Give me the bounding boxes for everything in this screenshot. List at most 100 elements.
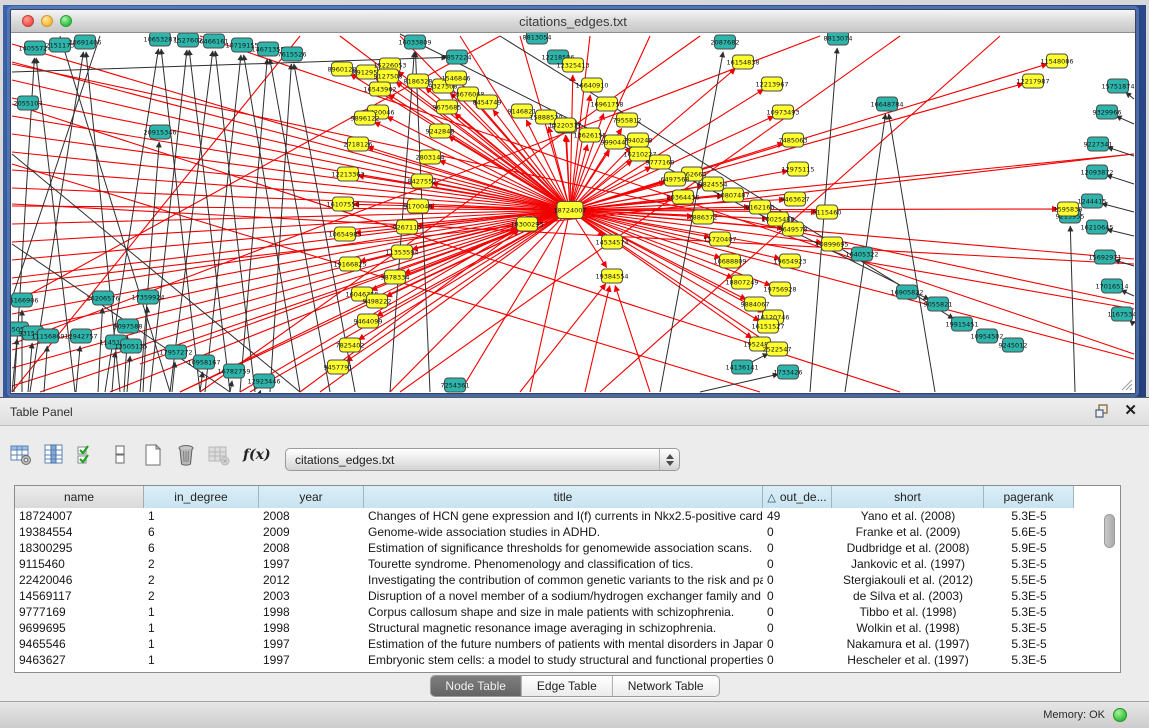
graph-node[interactable]: 1595838 [1054,202,1083,216]
graph-node[interactable]: 12975115 [781,162,814,176]
graph-node[interactable]: 7485063 [779,133,808,147]
cell-short[interactable]: Yano et al. (2008) [832,508,984,524]
cell-name[interactable]: 9699695 [15,620,144,636]
cell-pagerank[interactable]: 5.3E-5 [984,620,1074,636]
cell-in_degree[interactable]: 6 [144,540,259,556]
graph-node[interactable]: 7254361 [441,378,470,392]
column-header-in_degree[interactable]: in_degree [144,486,259,508]
column-header-name[interactable]: name [15,486,144,508]
cell-year[interactable]: 1998 [259,620,364,636]
resize-grip-icon[interactable] [1121,379,1133,391]
table-row[interactable]: 946362711997Embryonic stem cells: a mode… [15,652,1120,668]
graph-node[interactable]: 8454749 [473,95,502,109]
tab-network-table[interactable]: Network Table [613,676,719,696]
graph-node[interactable]: 9457791 [324,360,353,374]
cell-in_degree[interactable]: 2 [144,572,259,588]
graph-node[interactable]: 6497568 [661,172,690,186]
cell-year[interactable]: 2003 [259,588,364,604]
cell-short[interactable]: Tibbo et al. (1998) [832,604,984,620]
cell-year[interactable]: 2012 [259,572,364,588]
graph-node[interactable]: 9170046 [404,199,433,213]
graph-node[interactable]: 9777169 [646,155,675,169]
graph-node[interactable]: 7615526 [278,47,307,61]
graph-node[interactable]: 10653287 [143,33,176,46]
graph-node[interactable]: 12923446 [247,374,280,388]
graph-node[interactable]: 9055821 [924,297,953,311]
cell-pagerank[interactable]: 5.3E-5 [984,652,1074,668]
graph-node[interactable]: 9675685 [433,100,462,114]
new-table-icon[interactable] [140,442,166,468]
cell-name[interactable]: 9463627 [15,652,144,668]
show-column-icon[interactable] [41,442,67,468]
graph-node[interactable]: 9245012 [999,338,1028,352]
graph-node[interactable]: 16210645 [1080,220,1113,234]
delete-rows-icon[interactable] [173,442,199,468]
cell-in_degree[interactable]: 1 [144,620,259,636]
graph-node[interactable]: 25166906 [11,293,39,307]
graph-node[interactable]: 1527602 [174,33,203,47]
cell-title[interactable]: Genome-wide association studies in ADHD. [364,524,763,540]
cell-out_degree[interactable]: 0 [763,524,832,540]
cell-pagerank[interactable]: 5.3E-5 [984,508,1074,524]
graph-node[interactable]: 1167534 [1108,307,1135,321]
table-row[interactable]: 1938455462009Genome-wide association stu… [15,524,1120,540]
graph-node[interactable]: 16154838 [726,55,759,69]
graph-node[interactable]: 2803144 [416,150,445,164]
cell-pagerank[interactable]: 5.3E-5 [984,604,1074,620]
cell-in_degree[interactable]: 1 [144,604,259,620]
cell-title[interactable]: Corpus callosum shape and size in male p… [364,604,763,620]
cell-name[interactable]: 19384554 [15,524,144,540]
graph-node[interactable]: 9498222 [363,294,392,308]
graph-node[interactable]: 2055107 [14,96,43,110]
graph-node[interactable]: 8427552 [408,174,437,188]
network-view-window[interactable]: citations_edges.txt 14055724215117320691… [10,9,1136,394]
cell-title[interactable]: Estimation of the future numbers of pati… [364,636,763,652]
table-select-dropdown[interactable]: citations_edges.txt [285,448,680,471]
cell-title[interactable]: Investigating the contribution of common… [364,572,763,588]
cell-in_degree[interactable]: 2 [144,556,259,572]
cell-pagerank[interactable]: 5.6E-5 [984,524,1074,540]
graph-node[interactable]: 8813074 [824,33,853,45]
node-table[interactable]: namein_degreeyeartitle△out_de...shortpag… [14,485,1121,673]
cell-pagerank[interactable]: 5.9E-5 [984,540,1074,556]
close-panel-icon[interactable]: ✕ [1124,403,1137,419]
graph-node[interactable]: 12093872 [1080,165,1113,179]
graph-node[interactable]: 16640910 [575,78,608,92]
table-settings-icon[interactable] [8,442,34,468]
cell-in_degree[interactable]: 1 [144,652,259,668]
table-row[interactable]: 946554611997Estimation of the future num… [15,636,1120,652]
graph-node[interactable]: 9878334 [381,270,410,284]
graph-node[interactable]: 1733426 [774,365,803,379]
column-header-out_degree[interactable]: △out_de... [763,486,832,508]
network-window-titlebar[interactable]: citations_edges.txt [11,10,1135,33]
graph-node[interactable]: 12213363 [331,167,364,181]
cell-title[interactable]: Disruption of a novel member of a sodium… [364,588,763,604]
graph-node[interactable]: 6466161 [200,34,229,48]
graph-node[interactable]: 19654923 [773,254,806,268]
graph-node[interactable]: 9227341 [1084,137,1113,151]
table-scrollbar[interactable] [1102,512,1117,670]
cell-in_degree[interactable]: 1 [144,508,259,524]
graph-node[interactable]: 7857224 [443,50,472,64]
cell-in_degree[interactable]: 1 [144,636,259,652]
cell-out_degree[interactable]: 0 [763,620,832,636]
cell-out_degree[interactable]: 0 [763,572,832,588]
cell-out_degree[interactable]: 0 [763,588,832,604]
graph-node[interactable]: 9242848 [426,124,455,138]
cell-year[interactable]: 1997 [259,636,364,652]
cell-year[interactable]: 1997 [259,556,364,572]
cell-name[interactable]: 18724007 [15,508,144,524]
cell-out_degree[interactable]: 0 [763,652,832,668]
graph-node[interactable]: 9463627 [781,192,810,206]
cell-year[interactable]: 2008 [259,540,364,556]
table-scrollbar-thumb[interactable] [1104,514,1115,548]
cell-year[interactable]: 2008 [259,508,364,524]
table-row[interactable]: 2242004622012Investigating the contribut… [15,572,1120,588]
delete-table-icon[interactable] [206,442,232,468]
graph-node[interactable]: 2718126 [344,137,373,151]
graph-node[interactable]: 9097588 [114,319,143,333]
cell-year[interactable]: 1997 [259,652,364,668]
graph-node[interactable]: 9464099 [354,314,383,328]
cell-pagerank[interactable]: 5.3E-5 [984,636,1074,652]
graph-node[interactable]: 14136141 [725,360,758,374]
